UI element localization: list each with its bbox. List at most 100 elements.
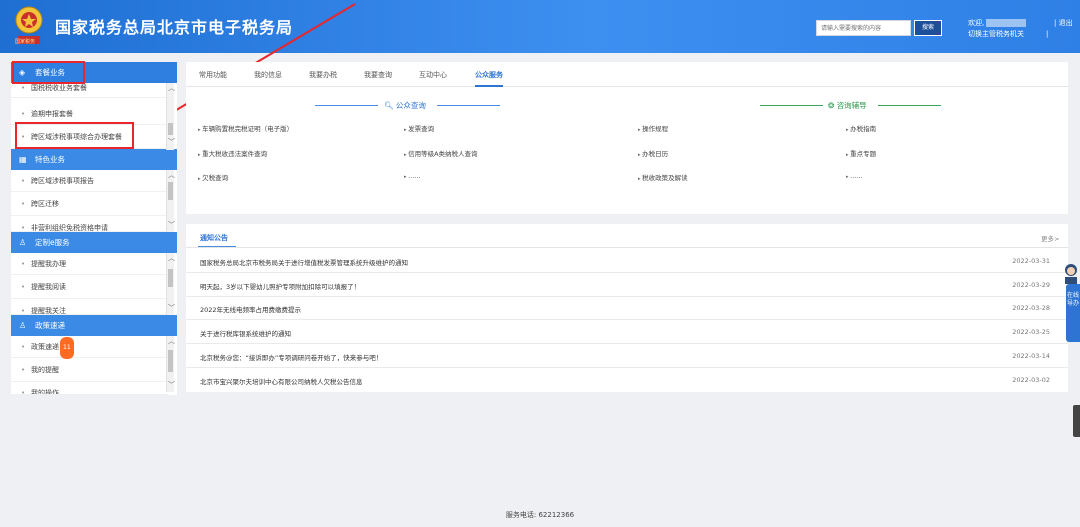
notice-row-date: 2022-03-14 xyxy=(1012,352,1050,360)
tab-common[interactable]: 常用功能 xyxy=(199,70,227,80)
emblem-caption: 国家税务 xyxy=(15,39,36,45)
grid-icon: ▦ xyxy=(19,155,27,164)
sidebar-group-featured[interactable]: ▦ 特色业务 xyxy=(11,149,177,170)
public-query-title: 🔍︎ 公众查询 xyxy=(384,101,426,110)
divider-line xyxy=(760,105,823,106)
notice-row[interactable]: 国家税务总局北京市税务局关于进行增值税发票管理系统升级维护的通知 2022-03… xyxy=(186,250,1068,273)
link-tax-guide[interactable]: 办税指南 xyxy=(846,123,876,133)
chevron-down-icon[interactable]: ﹀ xyxy=(168,303,175,313)
sidebar-scrollbar-1[interactable]: ︿ ﹀ xyxy=(166,83,175,150)
notice-row-title[interactable]: 北京市宝兴聚尔夫培训中心有限公司纳税人欠税公告信息 xyxy=(200,376,363,386)
notice-row-date: 2022-03-31 xyxy=(1012,257,1050,265)
site-title: 国家税务总局北京市电子税务局 xyxy=(55,18,294,37)
welcome-text: 欢迎, xyxy=(968,19,985,27)
notice-row-date: 2022-03-29 xyxy=(1012,281,1050,289)
search-doc-icon: 🔍︎ xyxy=(384,101,394,110)
header-separator: | xyxy=(1046,30,1049,38)
notice-row-title[interactable]: 关于进行税库银系统维护的通知 xyxy=(200,328,291,338)
sidebar-scrollbar-3[interactable]: ︿ ﹀ xyxy=(166,253,175,315)
notice-row-title[interactable]: 北京税务@您：“接诉即办”专项调研问卷开始了，快来参与吧！ xyxy=(200,352,382,362)
link-operation-rules[interactable]: 操作规程 xyxy=(638,123,668,133)
notice-row[interactable]: 2022年无线电频率占用费缴费提示 2022-03-28 xyxy=(186,297,1068,320)
tab-tax-handling[interactable]: 我要办税 xyxy=(309,70,337,80)
sidebar-scrollbar-2[interactable]: ︿ ﹀ xyxy=(166,170,175,232)
main-tabs: 常用功能 我的信息 我要办税 我要查询 互动中心 公众服务 xyxy=(186,62,1068,87)
notice-row-date: 2022-03-25 xyxy=(1012,328,1050,336)
sidebar-item-my-operations[interactable]: 我的操作 xyxy=(11,382,168,395)
divider-line xyxy=(878,105,941,106)
notice-row-title[interactable]: 明天起，3岁以下婴幼儿照护专项附加扣除可以填报了！ xyxy=(200,281,360,291)
consult-icon: ❂ xyxy=(828,101,835,110)
link-key-topics[interactable]: 重点专题 xyxy=(846,148,876,158)
notice-title: 通知公告 xyxy=(200,234,228,242)
chevron-down-icon[interactable]: ﹀ xyxy=(168,137,175,147)
sidebar-item-national-tax-package[interactable]: 国税税收业务套餐 xyxy=(11,82,168,98)
scroll-thumb[interactable] xyxy=(168,182,173,200)
top-header: 国家税务 国家税务总局北京市电子税务局 搜索 欢迎, 切换主管税务机关 | | … xyxy=(0,0,1080,53)
sidebar-item-cross-region-report[interactable]: 跨区域涉税事项报告 xyxy=(11,170,168,192)
chevron-up-icon[interactable]: ︿ xyxy=(168,336,175,346)
chevron-up-icon[interactable]: ︿ xyxy=(168,83,175,93)
side-drawer-handle[interactable] xyxy=(1073,405,1080,437)
link-more-query[interactable]: ...... xyxy=(404,172,420,180)
chevron-down-icon[interactable]: ﹀ xyxy=(168,380,175,390)
online-guide-label[interactable]: 在线导办 xyxy=(1066,284,1080,342)
link-vehicle-tax-cert[interactable]: 车辆购置税完税证明（电子版） xyxy=(198,123,293,133)
link-major-violation-query[interactable]: 重大税收违法案件查询 xyxy=(198,148,267,158)
link-tax-policy[interactable]: 税收政策及解读 xyxy=(638,172,688,182)
highlight-cross-region-package xyxy=(15,122,134,149)
sidebar-item-remind-follow[interactable]: 提醒我关注 xyxy=(11,299,168,315)
username-masked xyxy=(986,19,1027,27)
notice-row-date: 2022-03-02 xyxy=(1012,376,1050,384)
divider-line xyxy=(315,105,378,106)
notice-row[interactable]: 明天起，3岁以下婴幼儿照护专项附加扣除可以填报了！ 2022-03-29 xyxy=(186,274,1068,297)
footer-phone: 服务电话: 62212366 xyxy=(505,511,575,519)
scroll-thumb[interactable] xyxy=(168,350,173,372)
user-icon: ♙ xyxy=(19,238,27,247)
link-more-consult[interactable]: ...... xyxy=(846,172,862,180)
notice-row[interactable]: 北京市宝兴聚尔夫培训中心有限公司纳税人欠税公告信息 2022-03-02 xyxy=(186,369,1068,392)
search-input[interactable] xyxy=(816,20,911,36)
notice-row[interactable]: 北京税务@您：“接诉即办”专项调研问卷开始了，快来参与吧！ 2022-03-14 xyxy=(186,345,1068,368)
notice-more-link[interactable]: 更多> xyxy=(1041,233,1059,243)
highlight-package-group xyxy=(12,61,85,84)
notice-row[interactable]: 关于进行税库银系统维护的通知 2022-03-25 xyxy=(186,321,1068,344)
consult-title: ❂ 咨询辅导 xyxy=(828,101,867,110)
scroll-thumb[interactable] xyxy=(168,269,173,287)
divider-line xyxy=(437,105,500,106)
welcome-area: 欢迎, 切换主管税务机关 xyxy=(968,18,1027,40)
logout-link[interactable]: | 退出 xyxy=(1054,18,1073,28)
sidebar: ◈套餐业务 国税税收业务套餐 逾期申报套餐 跨区域涉税事项综合办理套餐 ▦特色业… xyxy=(11,62,177,395)
sidebar-group-custom-service[interactable]: ♙ 定制e服务 xyxy=(11,232,177,253)
sidebar-scrollbar-4[interactable]: ︿ ﹀ xyxy=(166,336,175,392)
sidebar-item-policy-express[interactable]: 政策速递11 xyxy=(11,336,168,359)
sidebar-item-my-reminders[interactable]: 我的提醒 xyxy=(11,358,168,382)
sidebar-group-policy[interactable]: ♙ 政策速递 xyxy=(11,315,177,336)
notice-row-title[interactable]: 国家税务总局北京市税务局关于进行增值税发票管理系统升级维护的通知 xyxy=(200,257,408,267)
user-icon: ♙ xyxy=(19,321,27,330)
sidebar-item-remind-read[interactable]: 提醒我阅读 xyxy=(11,275,168,299)
divider-line xyxy=(186,247,1068,248)
scroll-thumb[interactable] xyxy=(168,123,173,135)
link-tax-arrears-query[interactable]: 欠税查询 xyxy=(198,172,228,182)
notice-row-title[interactable]: 2022年无线电频率占用费缴费提示 xyxy=(200,304,301,314)
assistant-avatar-icon xyxy=(1065,264,1077,284)
tab-my-info[interactable]: 我的信息 xyxy=(254,70,282,80)
chevron-down-icon[interactable]: ﹀ xyxy=(168,220,175,230)
sidebar-item-remind-handle[interactable]: 提醒我办理 xyxy=(11,253,168,275)
tab-public-service[interactable]: 公众服务 xyxy=(475,70,503,87)
chevron-up-icon[interactable]: ︿ xyxy=(168,253,175,263)
notice-row-date: 2022-03-28 xyxy=(1012,304,1050,312)
switch-agency-link[interactable]: 切换主管税务机关 xyxy=(968,29,1026,40)
unread-badge: 11 xyxy=(60,337,74,359)
link-invoice-query[interactable]: 发票查询 xyxy=(404,123,434,133)
sidebar-item-nonprofit-exemption[interactable]: 非营利组织免税资格申请 xyxy=(11,216,168,232)
search-button[interactable]: 搜索 xyxy=(914,20,942,36)
tab-query[interactable]: 我要查询 xyxy=(364,70,392,80)
link-credit-a-query[interactable]: 信用等级A类纳税人查询 xyxy=(404,148,477,158)
link-tax-calendar[interactable]: 办税日历 xyxy=(638,148,668,158)
sidebar-item-cross-region-migration[interactable]: 跨区迁移 xyxy=(11,192,168,216)
chevron-up-icon[interactable]: ︿ xyxy=(168,170,175,180)
online-guide-float[interactable]: 在线导办 xyxy=(1062,262,1080,342)
tab-interaction[interactable]: 互动中心 xyxy=(419,70,447,80)
